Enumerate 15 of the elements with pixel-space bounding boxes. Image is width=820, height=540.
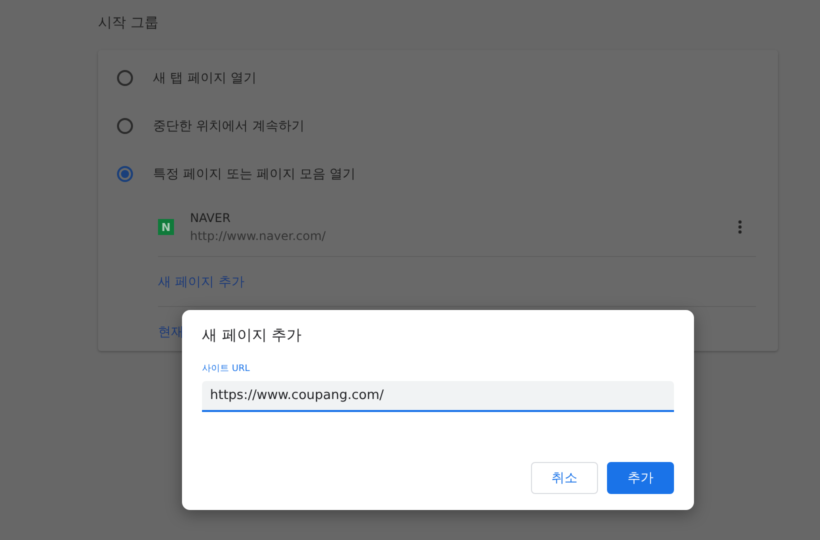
field-label: 사이트 URL — [202, 363, 251, 375]
add-button[interactable]: 추가 — [607, 462, 674, 494]
section-title: 시작 그룹 — [98, 14, 158, 33]
option-label: 특정 페이지 또는 페이지 모음 열기 — [153, 166, 356, 183]
option-label: 새 탭 페이지 열기 — [153, 70, 256, 87]
dialog-title: 새 페이지 추가 — [202, 326, 303, 346]
radio-button[interactable] — [117, 166, 133, 182]
cancel-button[interactable]: 취소 — [531, 462, 598, 494]
radio-button[interactable] — [117, 118, 133, 134]
radio-button[interactable] — [117, 70, 133, 86]
url-input-field[interactable]: https://www.coupang.com/ — [202, 381, 674, 412]
page-name: NAVER — [190, 211, 232, 225]
more-icon[interactable] — [738, 220, 742, 234]
favicon: N — [158, 219, 174, 235]
option-label: 중단한 위치에서 계속하기 — [153, 118, 304, 135]
